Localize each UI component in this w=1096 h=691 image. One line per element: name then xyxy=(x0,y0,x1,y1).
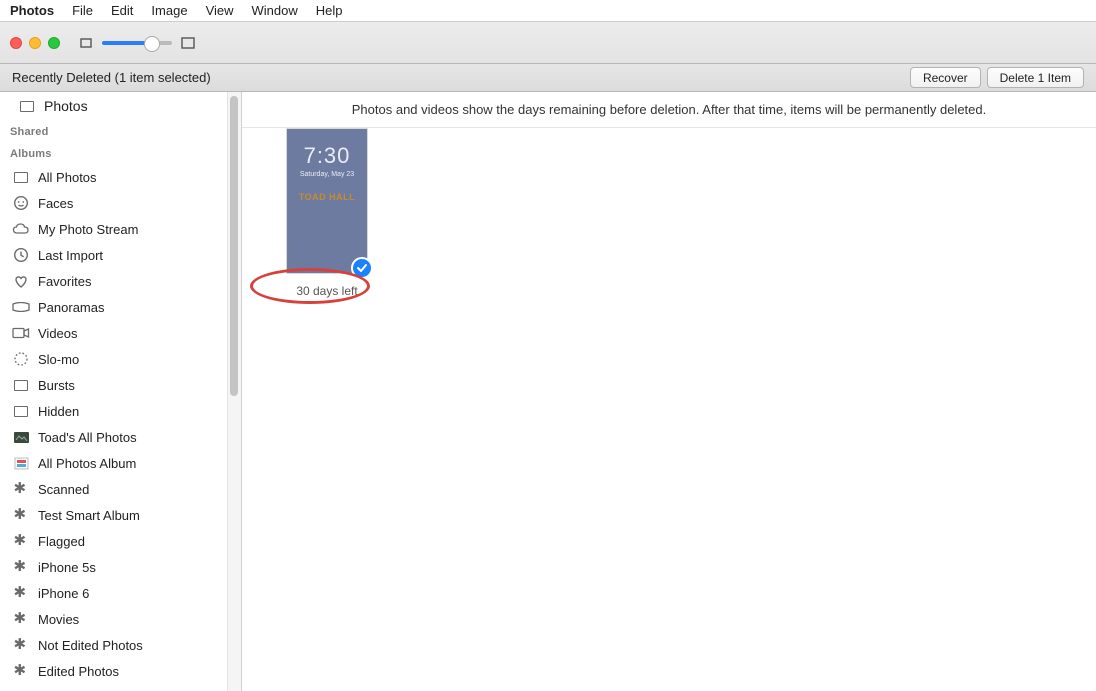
cloud-icon xyxy=(12,220,30,238)
sidebar-header-shared: Shared xyxy=(0,120,241,142)
sidebar-item-album[interactable]: Not Edited Photos xyxy=(0,632,241,658)
sidebar-item-label: All Photos Album xyxy=(38,456,136,471)
sidebar-item-album[interactable]: Bursts xyxy=(0,372,241,398)
slomo-icon xyxy=(12,350,30,368)
sidebar-item-label: Photos xyxy=(44,98,88,114)
selection-checkmark-icon xyxy=(351,257,373,279)
sidebar-item-album[interactable]: Scanned xyxy=(0,476,241,502)
heart-icon xyxy=(12,272,30,290)
sidebar-item-album[interactable]: Panoramas xyxy=(0,294,241,320)
system-menu-bar: Photos File Edit Image View Window Help xyxy=(0,0,1096,22)
menu-edit[interactable]: Edit xyxy=(111,3,133,18)
recover-button[interactable]: Recover xyxy=(910,67,981,88)
photo-grid: 7:30 Saturday, May 23 TOAD HALL 30 days … xyxy=(242,128,1096,156)
photos-icon xyxy=(18,97,36,115)
sidebar-scrollbar-track[interactable] xyxy=(227,92,241,691)
sidebar-item-album[interactable]: Videos xyxy=(0,320,241,346)
menu-window[interactable]: Window xyxy=(252,3,298,18)
menu-help[interactable]: Help xyxy=(316,3,343,18)
sidebar-item-label: Scanned xyxy=(38,482,89,497)
sidebar-item-album[interactable]: Hidden xyxy=(0,398,241,424)
menu-view[interactable]: View xyxy=(206,3,234,18)
info-banner: Photos and videos show the days remainin… xyxy=(242,92,1096,128)
gear-icon xyxy=(12,636,30,654)
rect-icon xyxy=(12,402,30,420)
gear-icon xyxy=(12,532,30,550)
sidebar-item-photos[interactable]: Photos xyxy=(0,92,241,120)
menu-app[interactable]: Photos xyxy=(10,3,54,18)
album2-icon xyxy=(12,454,30,472)
thumb-poster-text: TOAD HALL xyxy=(287,192,367,202)
close-window-button[interactable] xyxy=(10,37,22,49)
sidebar-item-label: Last Import xyxy=(38,248,103,263)
sidebar-item-album[interactable]: iPhone 6 xyxy=(0,580,241,606)
gear-icon xyxy=(12,506,30,524)
photo-thumbnail[interactable]: 7:30 Saturday, May 23 TOAD HALL xyxy=(286,128,368,274)
sidebar-item-label: Favorites xyxy=(38,274,91,289)
delete-button[interactable]: Delete 1 Item xyxy=(987,67,1084,88)
days-left-label: 30 days left xyxy=(272,284,382,298)
sidebar-item-album[interactable]: All Photos xyxy=(0,164,241,190)
sidebar-scrollbar-thumb[interactable] xyxy=(230,96,238,396)
sidebar-item-album[interactable]: iPhone 5s xyxy=(0,554,241,580)
sidebar-item-album[interactable]: Last Import xyxy=(0,242,241,268)
sidebar-item-label: Bursts xyxy=(38,378,75,393)
thumb-small-icon xyxy=(78,35,94,51)
action-bar: Recently Deleted (1 item selected) Recov… xyxy=(0,64,1096,92)
sidebar-item-label: Toad's All Photos xyxy=(38,430,137,445)
gear-icon xyxy=(12,662,30,680)
sidebar-item-label: My Photo Stream xyxy=(38,222,138,237)
minimize-window-button[interactable] xyxy=(29,37,41,49)
video-icon xyxy=(12,324,30,342)
sidebar-item-label: iPhone 5s xyxy=(38,560,96,575)
sidebar-item-label: All Photos xyxy=(38,170,97,185)
menu-image[interactable]: Image xyxy=(151,3,187,18)
sidebar-header-albums: Albums xyxy=(0,142,241,164)
thumbnail-zoom-slider[interactable] xyxy=(102,41,172,45)
sidebar-item-album[interactable]: Toad's All Photos xyxy=(0,424,241,450)
page-title: Recently Deleted (1 item selected) xyxy=(12,70,904,85)
face-icon xyxy=(12,194,30,212)
gear-icon xyxy=(12,584,30,602)
info-text: Photos and videos show the days remainin… xyxy=(352,102,986,117)
window-controls xyxy=(10,37,60,49)
sidebar-item-label: Test Smart Album xyxy=(38,508,140,523)
sidebar-item-album[interactable]: Faces xyxy=(0,190,241,216)
fullscreen-window-button[interactable] xyxy=(48,37,60,49)
sidebar-item-label: Edited Photos xyxy=(38,664,119,679)
menu-file[interactable]: File xyxy=(72,3,93,18)
sidebar-item-album[interactable]: My Photo Stream xyxy=(0,216,241,242)
thumb-large-icon xyxy=(180,35,196,51)
sidebar-item-album[interactable]: Edited Photos xyxy=(0,658,241,684)
gear-icon xyxy=(12,558,30,576)
clock-icon xyxy=(12,246,30,264)
sidebar-item-label: iPhone 6 xyxy=(38,586,89,601)
gear-icon xyxy=(12,480,30,498)
thumb-clock-time: 7:30 xyxy=(287,129,367,169)
sidebar-item-label: Flagged xyxy=(38,534,85,549)
sidebar-item-album[interactable]: Favorites xyxy=(0,268,241,294)
pano-icon xyxy=(12,298,30,316)
sidebar-item-label: Panoramas xyxy=(38,300,104,315)
sidebar-item-label: Faces xyxy=(38,196,73,211)
album-icon xyxy=(12,428,30,446)
sidebar-item-label: Hidden xyxy=(38,404,79,419)
gear-icon xyxy=(12,610,30,628)
rect-icon xyxy=(12,376,30,394)
sidebar: Photos Shared Albums All Photos Faces My P… xyxy=(0,92,242,691)
sidebar-item-album[interactable]: Movies xyxy=(0,606,241,632)
sidebar-item-album[interactable]: Test Smart Album xyxy=(0,502,241,528)
sidebar-item-label: Not Edited Photos xyxy=(38,638,143,653)
sidebar-item-album[interactable]: Slo-mo xyxy=(0,346,241,372)
sidebar-item-label: Videos xyxy=(38,326,78,341)
content-area: Photos and videos show the days remainin… xyxy=(242,92,1096,691)
thumb-date: Saturday, May 23 xyxy=(287,171,367,178)
window-toolbar xyxy=(0,22,1096,64)
deleted-photo-item[interactable]: 7:30 Saturday, May 23 TOAD HALL 30 days … xyxy=(272,128,382,298)
sidebar-item-album[interactable]: Flagged xyxy=(0,528,241,554)
sidebar-item-label: Slo-mo xyxy=(38,352,79,367)
sidebar-item-label: Movies xyxy=(38,612,79,627)
rect-icon xyxy=(12,168,30,186)
sidebar-item-album[interactable]: All Photos Album xyxy=(0,450,241,476)
